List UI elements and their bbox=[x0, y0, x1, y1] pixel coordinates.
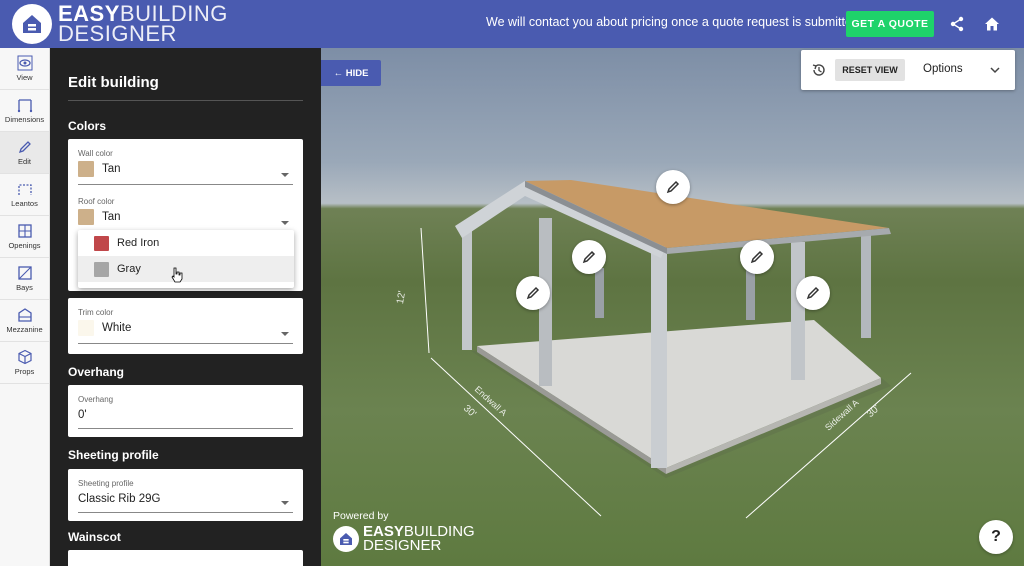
left-nav: View Dimensions Edit Leantos Openings Ba… bbox=[0, 48, 50, 566]
trim-color-label: Trim color bbox=[78, 308, 114, 317]
roof-color-value: Tan bbox=[102, 211, 121, 223]
powered-logo-icon bbox=[333, 526, 359, 552]
nav-item-edit[interactable]: Edit bbox=[0, 132, 49, 174]
sheeting-value: Classic Rib 29G bbox=[78, 493, 161, 505]
roof-color-select[interactable]: Roof color Tan bbox=[78, 197, 293, 233]
logo[interactable]: EASYBUILDING DESIGNER bbox=[0, 0, 228, 48]
share-icon[interactable] bbox=[946, 13, 968, 35]
nav-label-dimensions: Dimensions bbox=[4, 115, 45, 124]
hide-panel-button[interactable]: ← HIDE bbox=[321, 60, 381, 86]
chevron-down-icon bbox=[281, 221, 289, 225]
colors-heading: Colors bbox=[68, 119, 107, 133]
edit-wall-pencil-icon[interactable] bbox=[796, 276, 830, 310]
window-icon bbox=[17, 224, 32, 238]
overhang-card: Overhang 0' bbox=[68, 385, 303, 437]
options-select[interactable]: Options bbox=[923, 63, 963, 75]
overhang-value: 0' bbox=[78, 409, 87, 421]
trim-color-value: White bbox=[102, 322, 132, 334]
wainscot-heading: Wainscot bbox=[68, 530, 121, 544]
mezzanine-icon bbox=[17, 308, 32, 322]
home-icon[interactable] bbox=[981, 13, 1003, 35]
wall-color-value: Tan bbox=[102, 163, 121, 175]
history-icon[interactable] bbox=[811, 62, 827, 78]
wall-color-label: Wall color bbox=[78, 149, 113, 158]
pencil-icon bbox=[18, 141, 31, 154]
wainscot-card bbox=[68, 550, 303, 566]
nav-label-bays: Bays bbox=[16, 283, 33, 292]
get-a-quote-button[interactable]: GET A QUOTE bbox=[846, 11, 934, 37]
nav-item-mezzanine[interactable]: Mezzanine bbox=[0, 300, 49, 342]
nav-item-bays[interactable]: Bays bbox=[0, 258, 49, 300]
powered-word-designer: DESIGNER bbox=[363, 537, 442, 554]
overhang-heading: Overhang bbox=[68, 365, 125, 379]
sheeting-card: Sheeting profile Classic Rib 29G bbox=[68, 469, 303, 521]
nav-label-openings: Openings bbox=[8, 241, 41, 250]
overhang-label: Overhang bbox=[78, 395, 114, 404]
menu-item-gray[interactable]: Gray bbox=[78, 256, 294, 282]
nav-item-openings[interactable]: Openings bbox=[0, 216, 49, 258]
roof-color-menu: Red Iron Gray bbox=[78, 230, 294, 288]
chevron-down-icon bbox=[281, 501, 289, 505]
chevron-down-icon bbox=[281, 173, 289, 177]
sheeting-profile-select[interactable]: Sheeting profile Classic Rib 29G bbox=[78, 479, 293, 513]
nav-label-edit: Edit bbox=[18, 157, 31, 166]
building-render bbox=[420, 180, 912, 519]
chevron-down-icon[interactable] bbox=[990, 65, 1000, 75]
powered-by-text: Powered by bbox=[333, 510, 389, 522]
wall-color-select[interactable]: Wall color Tan bbox=[78, 149, 293, 185]
sheeting-label: Sheeting profile bbox=[78, 479, 134, 488]
help-button[interactable]: ? bbox=[979, 520, 1013, 554]
nav-label-leantos: Leantos bbox=[11, 199, 38, 208]
nav-label-view: View bbox=[16, 73, 33, 82]
edit-wall-pencil-icon[interactable] bbox=[516, 276, 550, 310]
nav-label-mezzanine: Mezzanine bbox=[6, 325, 43, 334]
hand-cursor-icon bbox=[171, 267, 183, 283]
divider bbox=[68, 100, 303, 101]
logo-word-designer: DESIGNER bbox=[58, 21, 177, 46]
edit-wall-pencil-icon[interactable] bbox=[740, 240, 774, 274]
dimensions-icon bbox=[17, 99, 32, 113]
nav-item-leantos[interactable]: Leantos bbox=[0, 174, 49, 216]
bays-icon bbox=[17, 266, 32, 280]
cube-icon bbox=[17, 349, 32, 365]
edit-wall-pencil-icon[interactable] bbox=[572, 240, 606, 274]
reset-view-button[interactable]: RESET VIEW bbox=[835, 59, 905, 81]
edit-roof-pencil-icon[interactable] bbox=[656, 170, 690, 204]
trim-color-card: Trim color White bbox=[68, 298, 303, 354]
logo-house-icon bbox=[12, 4, 52, 44]
nav-label-props: Props bbox=[14, 367, 35, 376]
leanto-icon bbox=[17, 184, 32, 195]
chevron-down-icon bbox=[281, 332, 289, 336]
view-toolbar: RESET VIEW Options bbox=[801, 50, 1015, 90]
height-dimension-label: 12' bbox=[394, 290, 409, 305]
overhang-input[interactable]: Overhang 0' bbox=[78, 395, 293, 429]
top-bar: EASYBUILDING DESIGNER We will contact yo… bbox=[0, 0, 1024, 48]
trim-color-swatch bbox=[78, 320, 94, 336]
menu-item-label: Red Iron bbox=[117, 237, 160, 249]
roof-color-swatch bbox=[78, 209, 94, 225]
nav-item-dimensions[interactable]: Dimensions bbox=[0, 90, 49, 132]
trim-color-select[interactable]: Trim color White bbox=[78, 308, 293, 344]
edit-panel: Edit building Colors Wall color Tan Roof… bbox=[50, 48, 321, 566]
menu-item-label: Gray bbox=[117, 263, 141, 275]
eye-icon bbox=[17, 55, 32, 71]
menu-item-red-iron[interactable]: Red Iron bbox=[78, 230, 294, 256]
red-iron-swatch bbox=[94, 235, 109, 251]
sheeting-heading: Sheeting profile bbox=[68, 448, 159, 462]
panel-title: Edit building bbox=[68, 74, 159, 91]
roof-color-label: Roof color bbox=[78, 197, 115, 206]
nav-item-props[interactable]: Props bbox=[0, 342, 49, 384]
gray-swatch bbox=[94, 261, 109, 277]
powered-by: Powered by EASYBUILDING DESIGNER bbox=[333, 510, 475, 553]
wall-color-swatch bbox=[78, 161, 94, 177]
3d-viewport[interactable]: ← HIDE RESET VIEW Options 12' 30' Endwal… bbox=[321, 48, 1024, 566]
pricing-message: We will contact you about pricing once a… bbox=[486, 15, 859, 29]
nav-item-view[interactable]: View bbox=[0, 48, 49, 90]
